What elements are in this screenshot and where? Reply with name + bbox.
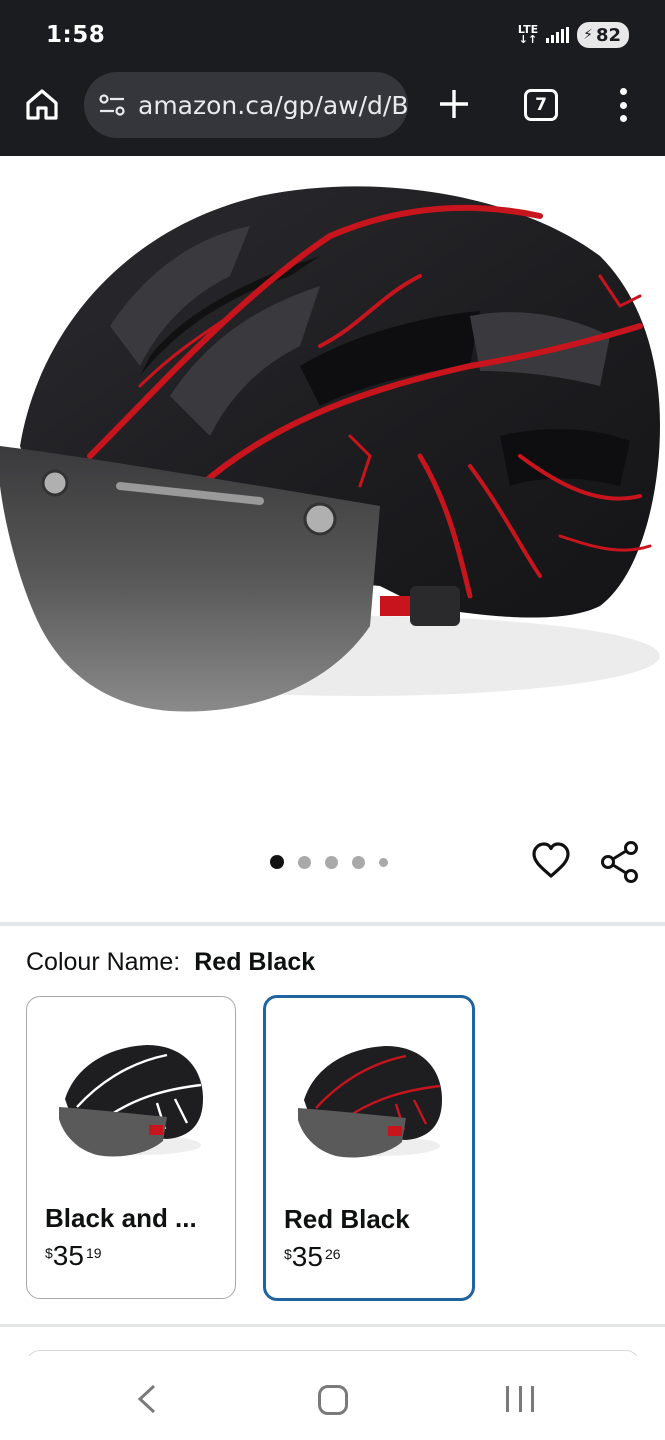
tabs-icon[interactable]: 7 [524,89,558,121]
colour-name-row: Colour Name: Red Black [26,948,315,977]
price-symbol: $ [284,1246,292,1262]
product-image[interactable] [0,156,665,816]
site-settings-icon[interactable] [98,93,126,117]
signal-icon [546,27,570,43]
url-bar[interactable]: amazon.ca/gp/aw/d/B [84,72,408,138]
carousel-dot[interactable] [379,857,388,867]
swatch-name: Black and ... [45,1203,197,1233]
colour-name-label: Colour Name: [26,948,181,976]
home-icon[interactable] [318,1385,348,1415]
status-time: 1:58 [46,22,106,48]
home-icon[interactable] [24,86,60,122]
new-tab-icon[interactable] [436,86,472,122]
swatch-thumbnail [59,1045,203,1157]
swatch-price: $ 35 19 [45,1239,102,1273]
image-carousel-indicator[interactable] [270,855,388,869]
lte-icon: LTE ↓↑ [517,23,539,46]
swatch-name: Red Black [284,1204,410,1234]
price-whole: 35 [291,1241,323,1272]
carousel-dot[interactable] [298,855,311,869]
price-fraction: 19 [85,1245,102,1261]
share-icon[interactable] [600,840,640,884]
colour-name-value: Red Black [194,948,316,976]
status-icons: LTE ↓↑ ⚡ 82 [518,22,629,48]
url-text[interactable]: amazon.ca/gp/aw/d/B [138,91,408,120]
swatch-price: $ 35 26 [284,1240,341,1274]
browser-chrome: 1:58 LTE ↓↑ ⚡ 82 amazon.ca/gp/aw/d/B 7 [0,0,665,156]
colour-option-red-black[interactable]: Red Black $ 35 26 [263,995,475,1301]
tab-count: 7 [535,95,547,115]
battery-icon: ⚡ 82 [577,22,629,48]
price-fraction: 26 [324,1246,341,1262]
price-symbol: $ [45,1245,53,1261]
swatch-thumbnail [298,1046,442,1158]
wishlist-heart-icon[interactable] [530,840,572,882]
network-type: LTE [517,23,539,36]
system-nav-bar [0,1356,665,1440]
battery-level: 82 [595,24,621,46]
section-divider [0,922,665,926]
carousel-dot[interactable] [352,855,365,869]
carousel-dot[interactable] [325,855,338,869]
section-divider [0,1324,665,1327]
carousel-dot[interactable] [270,855,284,869]
price-whole: 35 [52,1240,84,1271]
recent-apps-icon[interactable] [506,1386,534,1412]
colour-option-black-and[interactable]: Black and ... $ 35 19 [26,996,236,1299]
helmet-illustration [0,186,660,712]
more-menu-icon[interactable] [614,88,632,122]
back-icon[interactable] [134,1384,160,1414]
